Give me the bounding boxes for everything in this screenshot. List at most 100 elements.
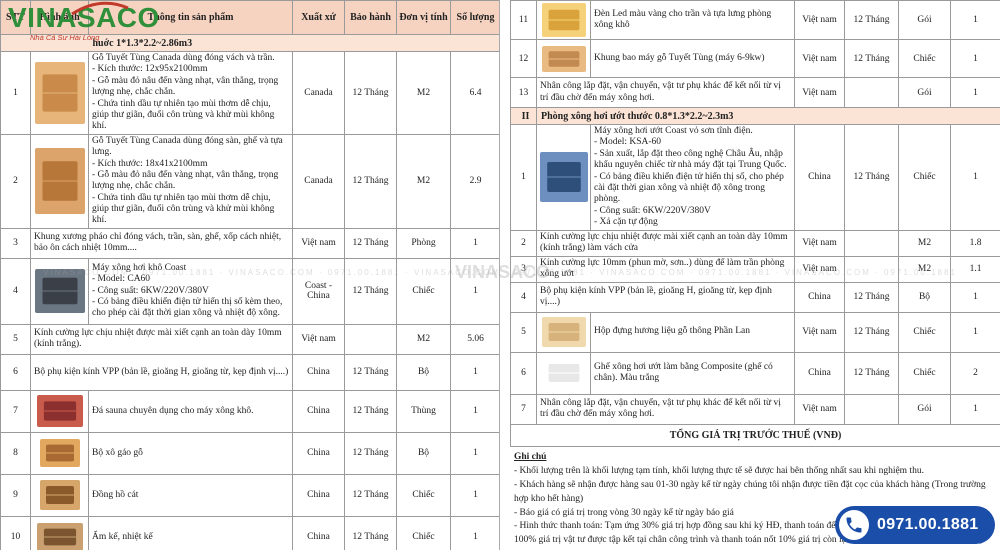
product-info: Khung bao máy gỗ Tuyết Tùng (máy 6-9kw) [590, 39, 795, 78]
row-qty: 1 [950, 39, 1000, 78]
row-origin: Canada [292, 51, 345, 135]
row-stt: 8 [0, 431, 31, 475]
product-image [36, 523, 83, 550]
product-image [539, 152, 588, 203]
product-image [34, 61, 85, 124]
product-info: Ghế xông hơi ướt làm bằng Composite (ghế… [590, 351, 795, 395]
table-row: 13 Nhân công lắp đặt, vận chuyển, vật tư … [510, 77, 1000, 108]
logo-tagline: Nhà Cả Sư Hài Lòng [30, 33, 100, 42]
row-stt: 7 [0, 389, 31, 433]
row-warranty: 12 Tháng [344, 227, 397, 259]
row-unit: M2 [898, 229, 951, 257]
product-info: Nhân công lắp đặt, vận chuyển, vật tư ph… [536, 393, 795, 425]
row-origin: Việt nam [292, 227, 345, 259]
product-info: Bộ phụ kiện kính VPP (bản lề, gioăng H, … [30, 353, 293, 391]
row-qty: 2.9 [450, 133, 499, 229]
row-warranty [344, 323, 397, 355]
row-origin: China [292, 431, 345, 475]
row-qty: 1 [450, 389, 499, 433]
product-info: Đồng hồ cát [88, 473, 293, 517]
quote-page-left: STT Hình ảnh Thông tin sản phẩm Xuất xứ … [0, 0, 500, 550]
note-line: - Khách hàng sẽ nhận được hàng sau 01-30… [514, 480, 986, 504]
row-unit: Chiếc [898, 311, 951, 353]
product-info: Ẩm kế, nhiệt kế [88, 515, 293, 550]
row-unit: Bộ [396, 353, 451, 391]
row-warranty: 12 Tháng [844, 351, 899, 395]
table-row: 5 Hộp đựng hương liệu gỗ thông Phần Lan Vi… [510, 311, 1000, 353]
table-row: 10 Ẩm kế, nhiệt kế China 12 Tháng Chiếc 1 [0, 515, 499, 550]
row-unit: Bộ [898, 281, 951, 313]
product-info: Bộ xô gáo gỗ [88, 431, 293, 475]
row-origin: Việt nam [794, 0, 845, 40]
row-stt: 4 [0, 257, 31, 325]
hotline-button[interactable]: 0971.00.1881 [835, 506, 995, 544]
table-row: 5 Kính cường lực chịu nhiệt được mài xiết… [0, 323, 499, 355]
row-warranty: 12 Tháng [344, 515, 397, 550]
header-qty: Số lượng [450, 0, 499, 35]
product-info: Kính cường lực 10mm (phun mờ, sơn..) dùn… [536, 255, 795, 283]
row-stt: 10 [0, 515, 31, 550]
image-cell [30, 133, 89, 229]
product-image [541, 45, 586, 72]
row-unit: M2 [396, 51, 451, 135]
row-qty: 1 [450, 515, 499, 550]
row-qty: 1.8 [950, 229, 1000, 257]
product-image [36, 395, 83, 428]
product-info: Máy xông hơi khô Coast - Model: CA60 - C… [88, 257, 293, 325]
row-stt: 5 [510, 311, 537, 353]
row-origin: Việt nam [794, 77, 845, 108]
table-row: 9 Đồng hồ cát China 12 Tháng Chiếc 1 [0, 473, 499, 517]
row-origin: Việt nam [794, 39, 845, 78]
row-stt: 6 [0, 353, 31, 391]
product-info: Máy xông hơi ướt Coast vỏ sơn tĩnh điện.… [590, 124, 795, 231]
row-warranty [844, 77, 899, 108]
row-stt: 2 [510, 229, 537, 257]
row-warranty: 12 Tháng [844, 0, 899, 40]
row-origin: China [794, 351, 845, 395]
image-cell [536, 124, 591, 231]
header-warranty: Bảo hành [344, 0, 397, 35]
image-cell [30, 515, 89, 550]
row-qty: 6.4 [450, 51, 499, 135]
row-unit: M2 [898, 255, 951, 283]
row-unit: Gói [898, 393, 951, 425]
watermark-logo: VINASACO [455, 262, 551, 282]
image-cell [30, 473, 89, 517]
row-origin: Việt nam [794, 311, 845, 353]
row-unit: Chiếc [396, 473, 451, 517]
product-info: Đá sauna chuyên dụng cho máy xông khô. [88, 389, 293, 433]
row-unit: M2 [396, 323, 451, 355]
row-stt: 1 [0, 51, 31, 135]
row-unit: Chiếc [396, 515, 451, 550]
row-qty: 1 [950, 311, 1000, 353]
row-origin: China [794, 281, 845, 313]
phone-icon [839, 510, 869, 540]
row-warranty: 12 Tháng [844, 311, 899, 353]
row-warranty: 12 Tháng [844, 39, 899, 78]
product-info: Nhân công lắp đặt, vận chuyển, vật tư ph… [536, 77, 795, 108]
hotline-number: 0971.00.1881 [877, 516, 979, 533]
row-warranty [844, 393, 899, 425]
row-stt: 11 [510, 0, 537, 40]
row-origin: China [292, 353, 345, 391]
row-stt: 7 [510, 393, 537, 425]
row-stt: 13 [510, 77, 537, 108]
product-info: Hộp đựng hương liệu gỗ thông Phần Lan [590, 311, 795, 353]
total-row: TỔNG GIÁ TRỊ TRƯỚC THUẾ (VNĐ) [510, 423, 1000, 447]
row-unit: Chiếc [898, 39, 951, 78]
row-unit: Phòng [396, 227, 451, 259]
row-unit: Chiếc [396, 257, 451, 325]
row-qty: 1 [950, 393, 1000, 425]
image-cell [536, 351, 591, 395]
header-origin: Xuất xứ [292, 0, 345, 35]
row-stt: 6 [510, 351, 537, 395]
quote-table-right: 11 Đèn Led màu vàng cho trần và tựa lưng … [510, 0, 1000, 447]
table-row: 4 Bộ phụ kiện kính VPP (bản lề, gioăng H,… [510, 281, 1000, 313]
quote-page-right: 11 Đèn Led màu vàng cho trần và tựa lưng … [510, 0, 1000, 550]
row-origin: Việt nam [794, 229, 845, 257]
image-cell [536, 0, 591, 40]
row-warranty: 12 Tháng [344, 389, 397, 433]
image-cell [30, 51, 89, 135]
row-unit: Chiếc [898, 351, 951, 395]
table-row: 11 Đèn Led màu vàng cho trần và tựa lưng … [510, 0, 1000, 40]
